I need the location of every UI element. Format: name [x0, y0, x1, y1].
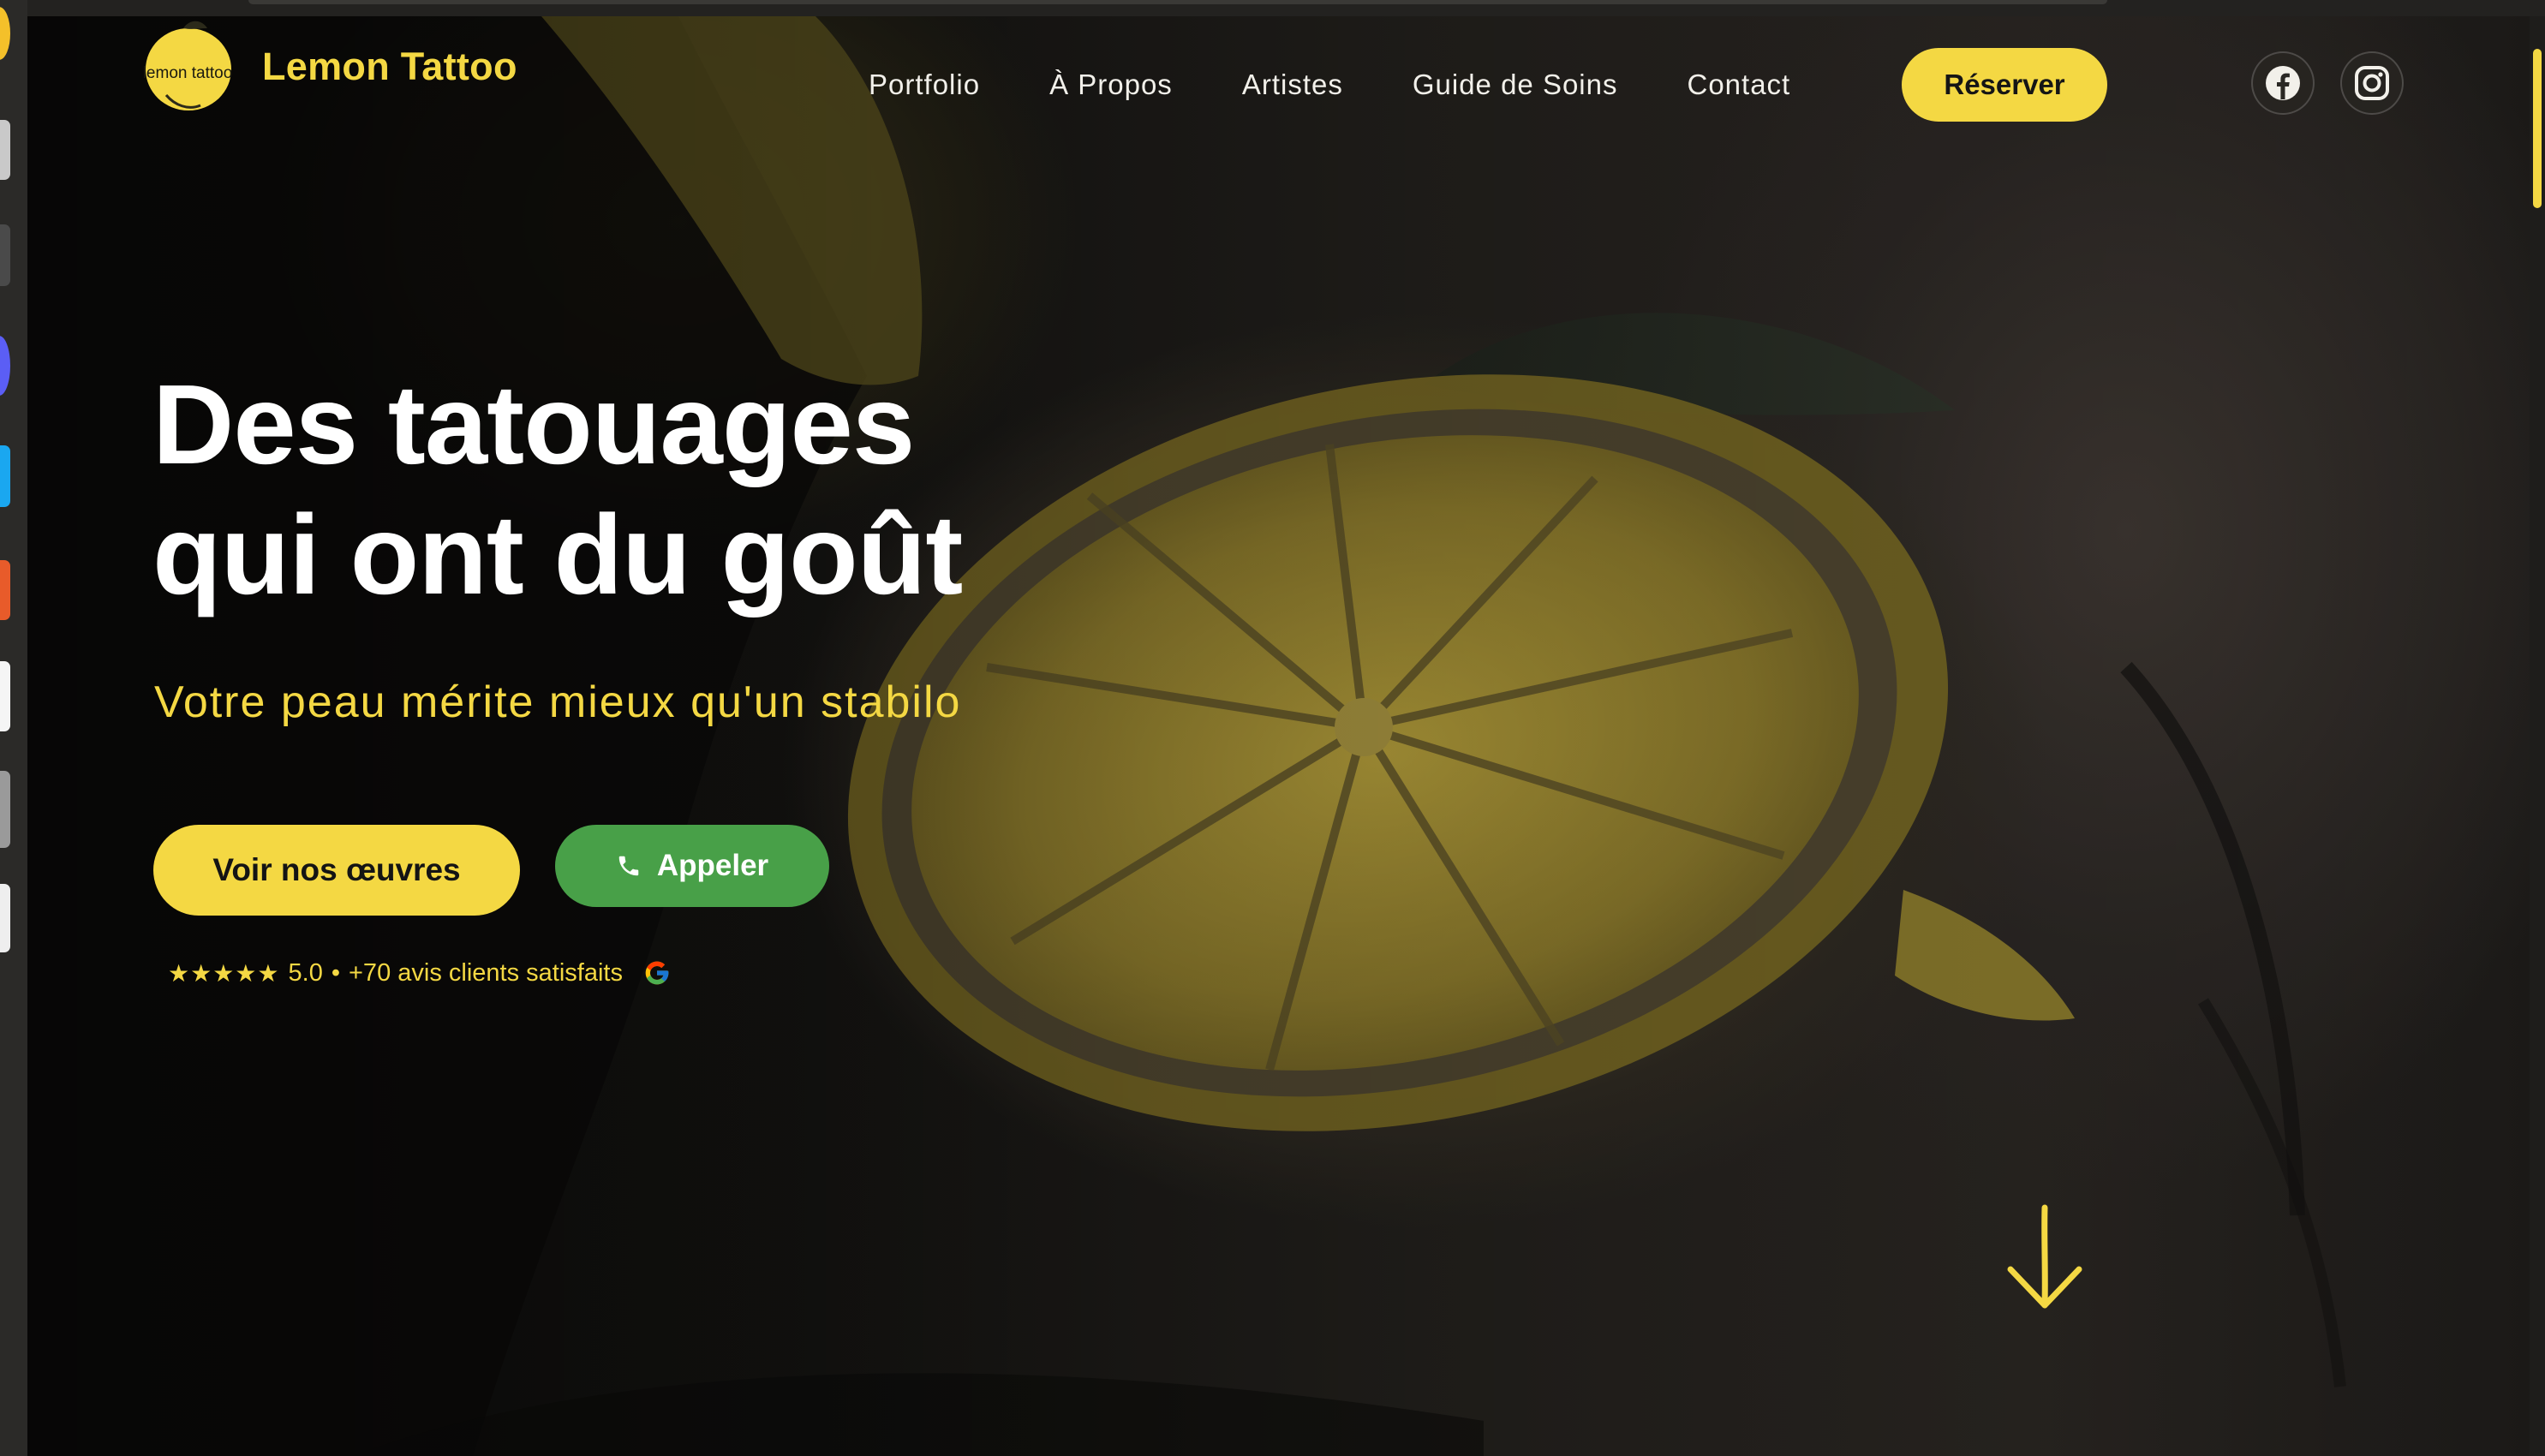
arrow-down-icon[interactable] — [2004, 1202, 2086, 1312]
nav-a-propos[interactable]: À Propos — [1049, 69, 1173, 101]
nav-contact[interactable]: Contact — [1688, 69, 1791, 101]
instagram-icon — [2355, 66, 2389, 100]
google-icon — [645, 961, 669, 985]
rating-stars: ★★★★★ — [168, 959, 280, 987]
facebook-button[interactable] — [2251, 51, 2315, 115]
dock-app-2[interactable] — [0, 224, 10, 286]
logo-text: lemon tattoo — [143, 64, 233, 82]
dock-app-7[interactable] — [0, 771, 10, 848]
view-works-button[interactable]: Voir nos œuvres — [153, 825, 520, 916]
hero-title-line-1: Des tatouages — [152, 361, 915, 487]
dock-app-6[interactable] — [0, 661, 10, 731]
main-nav: Portfolio À Propos Artistes Guide de Soi… — [869, 48, 1790, 122]
nav-artistes[interactable]: Artistes — [1242, 69, 1343, 101]
nav-guide-de-soins[interactable]: Guide de Soins — [1413, 69, 1618, 101]
brand-name[interactable]: Lemon Tattoo — [262, 45, 517, 89]
dock-app-4[interactable] — [0, 445, 10, 507]
call-button-label: Appeler — [656, 849, 769, 882]
lemon-logo-icon[interactable]: lemon tattoo — [140, 16, 235, 117]
top-bar-handle — [248, 0, 2107, 4]
hero-title-line-2: qui ont du goût — [152, 492, 963, 618]
dock-app-yellow[interactable] — [0, 7, 10, 60]
facebook-icon — [2266, 66, 2300, 100]
phone-icon — [618, 856, 639, 876]
hero-subtitle: Votre peau mérite mieux qu'un stabilo — [154, 677, 962, 727]
nav-portfolio[interactable]: Portfolio — [869, 69, 980, 101]
rating-summary: ★★★★★ 5.0 • +70 avis clients satisfaits — [168, 956, 671, 990]
hero-title: Des tatouages qui ont du goût — [152, 360, 1352, 620]
rating-separator: • — [331, 958, 340, 987]
reserve-button[interactable]: Réserver — [1902, 48, 2107, 122]
app-dock — [0, 0, 27, 1456]
dock-app-3[interactable] — [0, 336, 10, 396]
scrollbar-thumb[interactable] — [2533, 49, 2542, 208]
instagram-button[interactable] — [2340, 51, 2404, 115]
rating-score: 5.0 — [288, 958, 323, 987]
scrollbar[interactable] — [2530, 16, 2545, 1456]
rating-reviews: +70 avis clients satisfaits — [349, 958, 623, 987]
dock-app-1[interactable] — [0, 120, 10, 180]
hero-section — [27, 16, 2530, 1456]
hero-overlay — [27, 16, 2530, 1456]
brand[interactable]: lemon tattoo Lemon Tattoo — [140, 16, 517, 117]
call-button[interactable]: Appeler — [555, 825, 829, 907]
dock-app-8[interactable] — [0, 884, 10, 952]
window-top-edge — [0, 0, 2545, 16]
dock-app-5[interactable] — [0, 560, 10, 620]
